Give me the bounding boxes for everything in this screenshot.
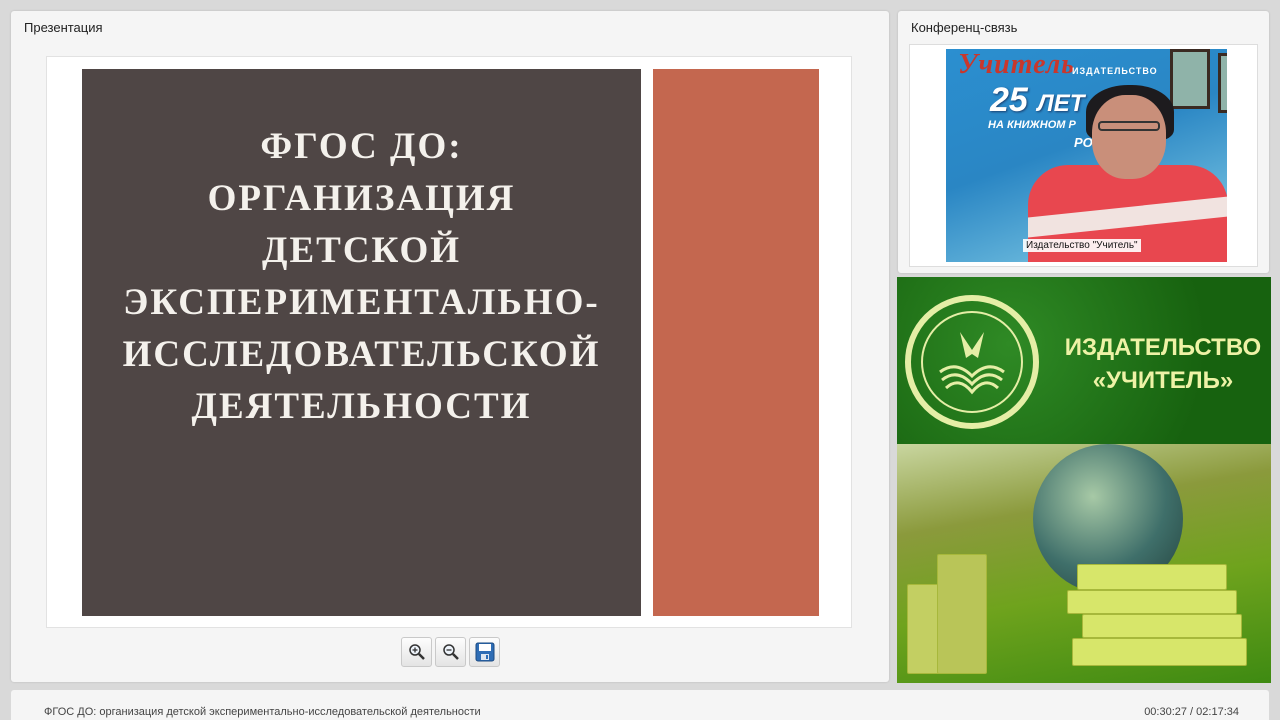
webcam-video[interactable]: Учитель ИЗДАТЕЛЬСТВО 25 ЛЕТ НА КНИЖНОМ Р… bbox=[946, 49, 1227, 262]
wall-picture bbox=[1218, 53, 1227, 113]
conference-panel: Конференц-связь Учитель ИЗДАТЕЛЬСТВО 25 … bbox=[898, 11, 1269, 273]
video-frame: Учитель ИЗДАТЕЛЬСТВО 25 ЛЕТ НА КНИЖНОМ Р… bbox=[909, 44, 1258, 267]
zoom-out-icon bbox=[442, 644, 459, 660]
poster-number-suffix: ЛЕТ bbox=[1037, 90, 1085, 117]
slide-title-line: ДЕЯТЕЛЬНОСТИ bbox=[191, 386, 532, 427]
slide-toolbar bbox=[401, 637, 500, 667]
person-face bbox=[1092, 95, 1166, 179]
slide-title-line: ФГОС ДО: bbox=[260, 126, 463, 167]
glasses bbox=[1098, 121, 1160, 131]
publisher-logo-area: ИЗДАТЕЛЬСТВО «УЧИТЕЛЬ» bbox=[897, 277, 1271, 444]
book bbox=[1072, 638, 1247, 666]
publisher-logo-icon bbox=[905, 295, 1039, 429]
slide-title: ФГОС ДО: ОРГАНИЗАЦИЯ ДЕТСКОЙ ЭКСПЕРИМЕНТ… bbox=[82, 121, 641, 433]
slide-title-line: ИССЛЕДОВАТЕЛЬСКОЙ bbox=[122, 334, 601, 375]
publisher-name-line: ИЗДАТЕЛЬСТВО bbox=[1064, 334, 1262, 361]
wall-picture bbox=[1170, 49, 1210, 109]
floppy-disk-icon bbox=[475, 642, 494, 662]
webinar-title: ФГОС ДО: организация детской эксперимент… bbox=[44, 706, 481, 718]
book bbox=[937, 554, 987, 674]
slide-title-line: ЭКСПЕРИМЕНТАЛЬНО- bbox=[123, 282, 600, 323]
save-button[interactable] bbox=[469, 637, 500, 667]
conference-panel-title: Конференц-связь bbox=[911, 20, 1018, 35]
poster-subtitle: ИЗДАТЕЛЬСТВО bbox=[1072, 66, 1158, 76]
presentation-panel-title: Презентация bbox=[24, 20, 103, 35]
book bbox=[1067, 590, 1237, 614]
slide-title-line: ОРГАНИЗАЦИЯ bbox=[207, 178, 516, 219]
slide: ФГОС ДО: ОРГАНИЗАЦИЯ ДЕТСКОЙ ЭКСПЕРИМЕНТ… bbox=[46, 56, 852, 628]
zoom-in-icon bbox=[408, 644, 425, 660]
book bbox=[1082, 614, 1242, 638]
publisher-name-line: «УЧИТЕЛЬ» bbox=[1092, 367, 1234, 394]
slide-accent-bar bbox=[653, 69, 819, 616]
status-bar: ФГОС ДО: организация детской эксперимент… bbox=[11, 690, 1269, 720]
zoom-in-button[interactable] bbox=[401, 637, 432, 667]
publisher-name: ИЗДАТЕЛЬСТВО «УЧИТЕЛЬ» bbox=[1058, 331, 1268, 397]
books-illustration bbox=[897, 444, 1271, 683]
publisher-banner: ИЗДАТЕЛЬСТВО «УЧИТЕЛЬ» bbox=[897, 277, 1271, 683]
poster-number-value: 25 bbox=[990, 81, 1028, 119]
book bbox=[1077, 564, 1227, 590]
slide-main-area: ФГОС ДО: ОРГАНИЗАЦИЯ ДЕТСКОЙ ЭКСПЕРИМЕНТ… bbox=[82, 69, 641, 616]
presentation-panel: Презентация ФГОС ДО: ОРГАНИЗАЦИЯ ДЕТСКОЙ… bbox=[11, 11, 889, 682]
video-speaker-label: Издательство "Учитель" bbox=[1023, 239, 1141, 252]
poster-line: НА КНИЖНОМ Р bbox=[988, 119, 1076, 131]
open-book-icon bbox=[921, 311, 1023, 413]
playback-time: 00:30:27 / 02:17:34 bbox=[1144, 706, 1239, 718]
zoom-out-button[interactable] bbox=[435, 637, 466, 667]
poster-title: Учитель bbox=[958, 49, 1076, 80]
slide-title-line: ДЕТСКОЙ bbox=[262, 230, 461, 271]
poster-number: 25 ЛЕТ bbox=[990, 81, 1084, 120]
